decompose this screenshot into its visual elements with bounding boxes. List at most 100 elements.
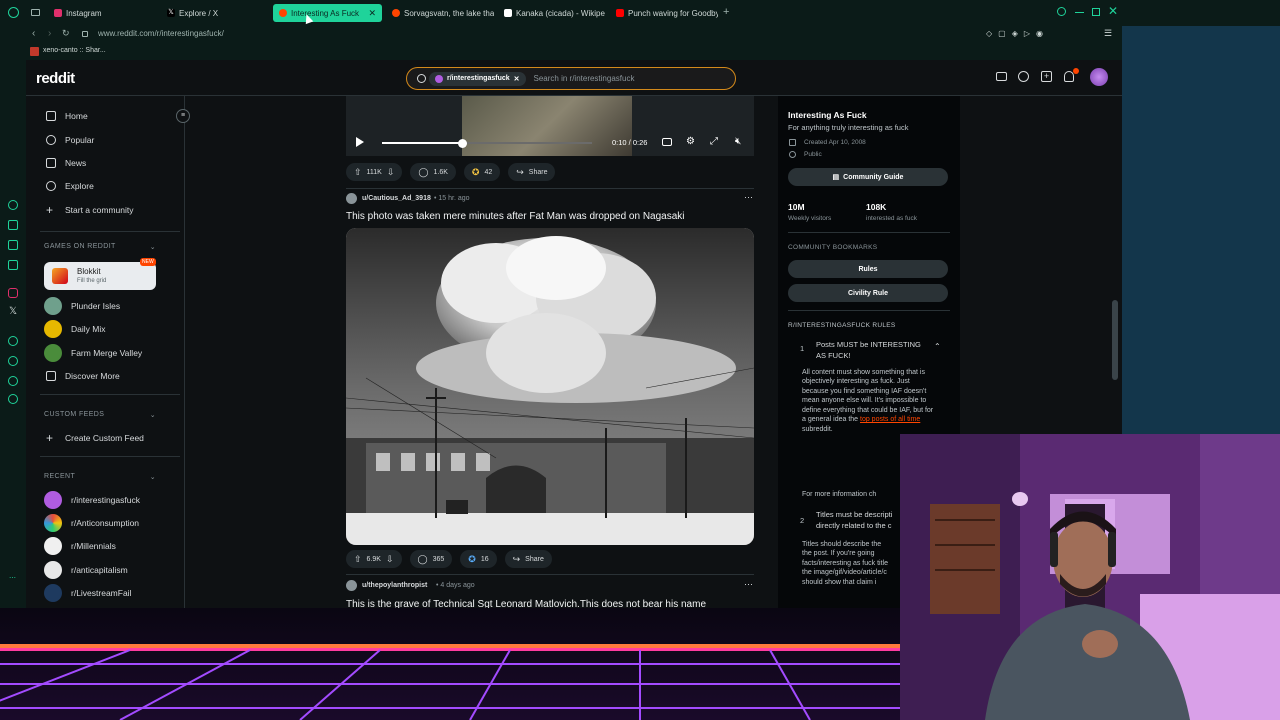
recent-interestingasfuck[interactable]: r/interestingasfuck: [44, 490, 140, 510]
play-icon[interactable]: [356, 137, 364, 147]
settings-icon[interactable]: ⚙: [686, 136, 695, 147]
award-button[interactable]: ✪ 16: [460, 550, 497, 568]
vote-button[interactable]: ⇧ 6.9K ⇩: [346, 550, 402, 568]
search-bar[interactable]: r/interestingasfuck ✕ Search in r/intere…: [406, 67, 736, 90]
sidebar-item-explore[interactable]: Explore: [46, 176, 94, 196]
civility-rule-bookmark-button[interactable]: Civility Rule: [788, 284, 948, 302]
close-tab-icon[interactable]: ✕: [368, 8, 376, 19]
top-posts-link[interactable]: top posts of all time: [860, 416, 920, 423]
avatar[interactable]: [1090, 68, 1108, 86]
captions-icon[interactable]: [662, 138, 672, 146]
recent-header[interactable]: RECENT ⌄: [44, 473, 156, 481]
share-button[interactable]: ↪ Share: [504, 550, 552, 568]
post1-actions: ⇧ 6.9K ⇩ ◯ 365 ✪ 16 ↪ Share: [346, 550, 552, 568]
sidebar-collapse-icon[interactable]: ≡: [176, 109, 190, 123]
post-title[interactable]: This is the grave of Technical Sgt Leona…: [346, 599, 706, 608]
fullscreen-icon[interactable]: ⤢: [710, 136, 718, 147]
globe-icon: [789, 151, 796, 158]
forward-icon[interactable]: ›: [48, 28, 51, 39]
user-avatar[interactable]: [346, 193, 357, 204]
tab-interesting-as-fuck[interactable]: Interesting As Fuck ✕: [273, 4, 382, 22]
community-guide-button[interactable]: ▤ Community Guide: [788, 168, 948, 186]
side-panel-icon[interactable]: [8, 260, 18, 270]
tab-kanaka-wikipedia[interactable]: Kanaka (cicada) - Wikipe: [498, 4, 606, 22]
extension-icons[interactable]: ◇▢◈▷◉: [986, 29, 1049, 38]
post-image[interactable]: [346, 228, 754, 545]
featured-game-card[interactable]: Blokkit Fill the grid NEW: [44, 258, 156, 290]
reload-icon[interactable]: ↻: [62, 28, 70, 39]
tab-list-icon[interactable]: [31, 9, 40, 16]
settings-icon[interactable]: [8, 394, 18, 404]
rule-1-title[interactable]: Posts MUST be INTERESTING AS FUCK!: [816, 340, 926, 361]
instagram-icon[interactable]: [8, 288, 18, 298]
post-author[interactable]: u/Cautious_Ad_3918: [362, 195, 431, 202]
restore-icon[interactable]: [1092, 8, 1100, 16]
tab-punch-youtube[interactable]: Punch waving for Goodby: [610, 4, 718, 22]
create-custom-feed[interactable]: + Create Custom Feed: [46, 428, 144, 448]
custom-feeds-header[interactable]: CUSTOM FEEDS ⌄: [44, 411, 156, 419]
sidebar-item-popular[interactable]: Popular: [46, 130, 94, 150]
side-panel-icon[interactable]: [8, 336, 18, 346]
sidebar-item-start-community[interactable]: + Start a community: [46, 200, 134, 220]
search-tabs-icon[interactable]: [1057, 7, 1066, 16]
post-options-icon[interactable]: ⋯: [744, 192, 753, 203]
video-player[interactable]: 0:10 / 0:26 ⚙ ⤢ 🔇︎: [346, 96, 754, 156]
new-tab-icon[interactable]: +: [723, 6, 729, 18]
scrollbar-thumb[interactable]: [1112, 300, 1118, 380]
recent-livestreamfail[interactable]: r/LivestreamFail: [44, 583, 131, 603]
browser-menu-icon[interactable]: [8, 7, 19, 18]
game-farm-merge-valley[interactable]: Farm Merge Valley: [44, 343, 142, 363]
tab-sorvagsvatn[interactable]: Sorvagsvatn, the lake that: [386, 4, 494, 22]
user-avatar[interactable]: [346, 580, 357, 591]
side-panel-icon[interactable]: [8, 200, 18, 210]
sidebar-item-home[interactable]: Home: [46, 106, 88, 126]
back-icon[interactable]: ‹: [32, 28, 35, 39]
post-options-icon[interactable]: ⋯: [744, 579, 753, 590]
rules-bookmark-button[interactable]: Rules: [788, 260, 948, 278]
discover-more[interactable]: Discover More: [46, 366, 120, 386]
side-panel-icon[interactable]: [8, 220, 18, 230]
games-section-header[interactable]: GAMES ON REDDIT ⌄: [44, 243, 156, 251]
divider: [40, 456, 180, 457]
tab-instagram[interactable]: Instagram: [48, 4, 158, 22]
close-window-icon[interactable]: ✕: [1108, 4, 1118, 18]
recent-anticonsumption[interactable]: r/Anticonsumption: [44, 513, 139, 533]
create-post-icon[interactable]: +: [1041, 71, 1052, 82]
url-field[interactable]: www.reddit.com/r/interestingasfuck/: [98, 29, 224, 38]
game-daily-mix[interactable]: Daily Mix: [44, 319, 105, 339]
chip-close-icon[interactable]: ✕: [514, 75, 520, 83]
minimize-icon[interactable]: [1075, 12, 1084, 13]
menu-icon[interactable]: ☰: [1104, 28, 1112, 39]
share-button[interactable]: ↪ Share: [508, 163, 556, 181]
recent-millennials[interactable]: r/Millennials: [44, 536, 116, 556]
tab-explore-x[interactable]: 𝕏 Explore / X: [161, 4, 269, 22]
post-title[interactable]: This photo was taken mere minutes after …: [346, 211, 685, 222]
vote-button[interactable]: ⇧ 111K ⇩: [346, 163, 403, 181]
video-scrubber-handle[interactable]: [457, 139, 467, 148]
side-panel-icon[interactable]: [8, 376, 18, 386]
award-icon: ✪: [468, 553, 476, 564]
bookmark-xeno-canto[interactable]: xeno-canto :: Shar...: [43, 47, 106, 54]
side-panel-icon[interactable]: [8, 240, 18, 250]
search-input[interactable]: Search in r/interestingasfuck: [534, 74, 635, 83]
sidebar-item-news[interactable]: News: [46, 153, 86, 173]
reddit-logo[interactable]: reddit: [36, 70, 75, 87]
advertise-icon[interactable]: [996, 72, 1007, 81]
video-progress-track[interactable]: [382, 142, 592, 144]
post-author[interactable]: u/thepoylanthropist: [362, 582, 427, 589]
comments-button[interactable]: ◯ 365: [409, 550, 453, 568]
award-button[interactable]: ✪ 42: [463, 163, 501, 181]
x-icon[interactable]: 𝕏: [9, 306, 17, 317]
created-date: Created Apr 10, 2008: [804, 139, 866, 146]
chevron-up-icon[interactable]: ⌃: [934, 342, 941, 351]
history-icon[interactable]: [8, 356, 18, 366]
side-panel-more-icon[interactable]: ⋯: [9, 574, 16, 582]
search-community-chip[interactable]: r/interestingasfuck ✕: [429, 71, 526, 86]
comments-button[interactable]: ◯ 1.6K: [410, 163, 456, 181]
rule-2-title[interactable]: Titles must be descripti directly relate…: [816, 510, 906, 531]
recent-anticapitalism[interactable]: r/anticapitalism: [44, 560, 128, 580]
game-plunder-isles[interactable]: Plunder Isles: [44, 296, 120, 316]
subreddit-avatar-icon: [44, 491, 62, 509]
chat-icon[interactable]: [1018, 71, 1029, 82]
mute-icon[interactable]: 🔇︎: [735, 136, 741, 147]
